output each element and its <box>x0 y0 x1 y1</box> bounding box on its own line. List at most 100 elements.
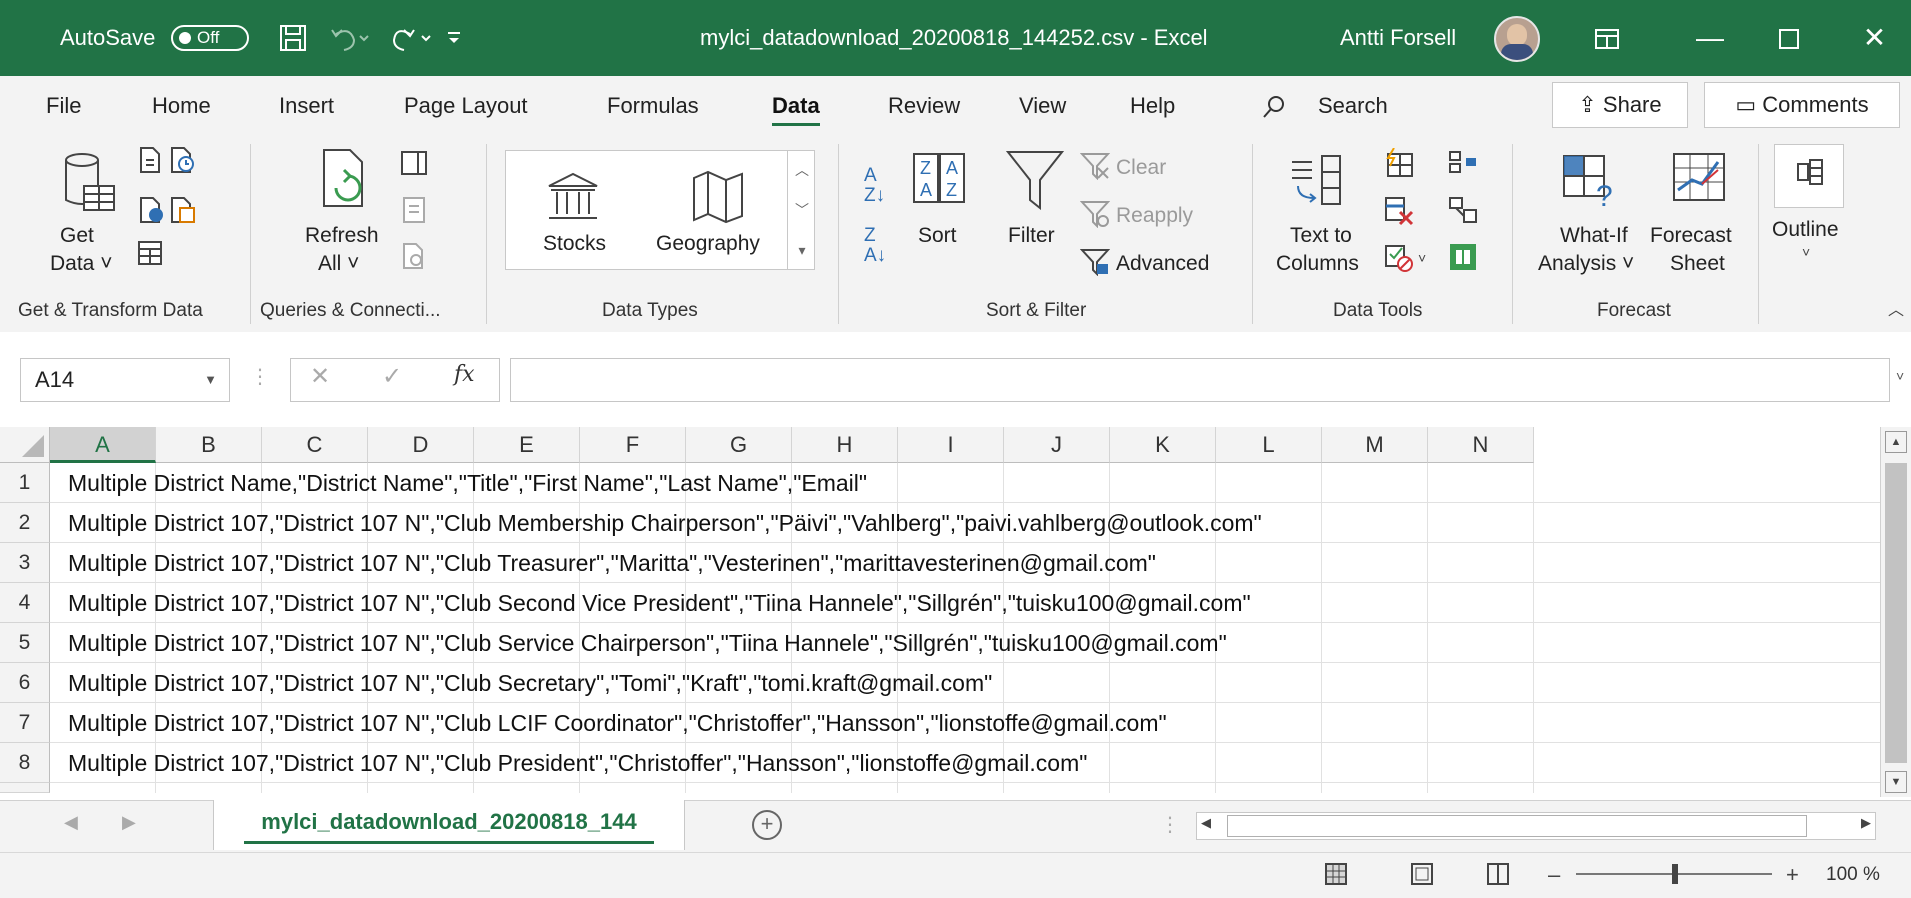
normal-view-icon[interactable] <box>1324 862 1348 886</box>
page-layout-view-icon[interactable] <box>1410 862 1434 886</box>
column-header-e[interactable]: E <box>474 427 580 463</box>
menu-file[interactable]: File <box>46 76 81 136</box>
autosave-toggle[interactable]: Off <box>171 25 249 51</box>
table-row[interactable]: Multiple District 107,"District 107 N","… <box>50 663 1880 703</box>
zoom-in-button[interactable]: + <box>1786 862 1799 888</box>
edit-links-icon[interactable] <box>402 242 426 270</box>
sort-z-a-icon[interactable]: Z A↓ <box>864 226 886 266</box>
next-sheet-icon[interactable]: ▶ <box>122 812 136 833</box>
column-header-d[interactable]: D <box>368 427 474 463</box>
table-row[interactable]: Multiple District 107,"District 107 N","… <box>50 543 1880 583</box>
search-box[interactable]: Search <box>1318 76 1388 136</box>
from-table-icon[interactable] <box>137 240 163 266</box>
column-header-n[interactable]: N <box>1428 427 1534 463</box>
filter-icon[interactable] <box>1006 150 1064 210</box>
cell-a-text[interactable]: Multiple District 107,"District 107 N","… <box>68 543 1156 583</box>
clear-filter-icon[interactable] <box>1080 152 1110 180</box>
name-box[interactable]: A14 ▼ <box>20 358 230 402</box>
more-icon[interactable]: ⋮ <box>1160 812 1180 837</box>
gallery-scroll[interactable]: ︿ ﹀ ▾ <box>787 150 816 270</box>
consolidate-icon[interactable] <box>1448 150 1478 176</box>
table-row[interactable]: Multiple District 107,"District 107 N","… <box>50 583 1880 623</box>
sort-a-z-icon[interactable]: A Z↓ <box>864 166 885 206</box>
table-row[interactable]: Multiple District 107,"District 107 N","… <box>50 503 1880 543</box>
minimize-button[interactable]: — <box>1670 0 1750 76</box>
zoom-level[interactable]: 100 % <box>1826 864 1880 886</box>
properties-icon[interactable] <box>402 196 426 224</box>
menu-data[interactable]: Data <box>772 76 820 136</box>
scroll-up-icon[interactable]: ▲ <box>1885 431 1907 453</box>
row-header[interactable]: 2 <box>0 503 50 543</box>
customize-toolbar-icon[interactable] <box>446 30 462 46</box>
horizontal-scrollbar[interactable]: ◀ ▶ <box>1196 812 1876 840</box>
menu-formulas[interactable]: Formulas <box>607 76 699 136</box>
prev-sheet-icon[interactable]: ◀ <box>64 812 78 833</box>
comments-button[interactable]: ▭ Comments <box>1704 82 1900 128</box>
stocks-label[interactable]: Stocks <box>543 230 606 258</box>
sheet-tab-active[interactable]: mylci_datadownload_20200818_144 <box>213 800 685 850</box>
outline-icon[interactable] <box>1796 158 1824 186</box>
row-header[interactable]: 4 <box>0 583 50 623</box>
column-header-b[interactable]: B <box>156 427 262 463</box>
maximize-icon[interactable] <box>1778 28 1800 50</box>
row-header[interactable]: 7 <box>0 703 50 743</box>
row-header[interactable]: 6 <box>0 663 50 703</box>
flash-fill-icon[interactable] <box>1384 148 1414 178</box>
menu-help[interactable]: Help <box>1130 76 1175 136</box>
text-to-columns-icon[interactable] <box>1288 152 1348 210</box>
what-if-analysis-icon[interactable]: ? <box>1560 152 1620 210</box>
column-header-m[interactable]: M <box>1322 427 1428 463</box>
zoom-slider-handle[interactable] <box>1672 864 1678 884</box>
get-data-icon[interactable] <box>62 152 118 216</box>
avatar[interactable] <box>1494 16 1540 62</box>
formula-input[interactable] <box>510 358 1890 402</box>
enter-icon[interactable]: ✓ <box>382 362 402 391</box>
from-web-icon[interactable] <box>137 196 165 224</box>
column-header-j[interactable]: J <box>1004 427 1110 463</box>
page-break-view-icon[interactable] <box>1486 862 1510 886</box>
advanced-label[interactable]: Advanced <box>1116 250 1209 278</box>
chevron-down-icon[interactable]: ▼ <box>204 359 217 401</box>
scroll-left-icon[interactable]: ◀ <box>1201 815 1211 831</box>
manage-data-model-icon[interactable] <box>1448 242 1478 272</box>
ribbon-display-icon[interactable] <box>1594 28 1620 50</box>
column-header-k[interactable]: K <box>1110 427 1216 463</box>
scroll-down-icon[interactable]: ﹀ <box>788 190 816 230</box>
table-row[interactable]: Multiple District 107,"District 107 N","… <box>50 703 1880 743</box>
menu-page-layout[interactable]: Page Layout <box>404 76 528 136</box>
scroll-down-icon[interactable]: ▼ <box>1885 771 1907 793</box>
cell-a-text[interactable]: Multiple District 107,"District 107 N","… <box>68 503 1262 543</box>
sort-icon[interactable]: Z A A Z <box>912 152 968 204</box>
select-all-button[interactable] <box>0 427 50 463</box>
recent-sources-icon[interactable] <box>168 146 196 174</box>
column-header-a[interactable]: A <box>50 427 156 463</box>
geography-icon[interactable] <box>690 170 746 224</box>
cell-a-text[interactable]: Multiple District Name,"District Name","… <box>68 463 867 503</box>
reapply-label[interactable]: Reapply <box>1116 202 1193 230</box>
column-header-h[interactable]: H <box>792 427 898 463</box>
column-header-g[interactable]: G <box>686 427 792 463</box>
close-button[interactable]: ✕ <box>1838 0 1911 76</box>
scroll-up-icon[interactable]: ︿ <box>788 150 816 190</box>
clear-label[interactable]: Clear <box>1116 154 1166 182</box>
relationships-icon[interactable] <box>1448 196 1478 224</box>
column-header-c[interactable]: C <box>262 427 368 463</box>
cell-a-text[interactable]: Multiple District 107,"District 107 N","… <box>68 743 1087 783</box>
menu-insert[interactable]: Insert <box>279 76 334 136</box>
user-name[interactable]: Antti Forsell <box>1340 0 1456 76</box>
menu-home[interactable]: Home <box>152 76 211 136</box>
row-header[interactable]: 5 <box>0 623 50 663</box>
table-row[interactable]: Multiple District Name,"District Name","… <box>50 463 1880 503</box>
save-icon[interactable] <box>279 24 307 52</box>
geography-label[interactable]: Geography <box>656 230 760 258</box>
cancel-icon[interactable]: ✕ <box>310 362 330 391</box>
advanced-filter-icon[interactable] <box>1080 248 1110 276</box>
existing-connections-icon[interactable] <box>168 196 196 224</box>
row-header[interactable] <box>0 783 50 793</box>
row-header[interactable]: 1 <box>0 463 50 503</box>
row-header[interactable]: 3 <box>0 543 50 583</box>
queries-connections-icon[interactable] <box>400 150 428 176</box>
data-validation-icon[interactable] <box>1384 244 1414 272</box>
chevron-down-icon[interactable]: ˅ <box>1418 250 1426 266</box>
menu-review[interactable]: Review <box>888 76 960 136</box>
